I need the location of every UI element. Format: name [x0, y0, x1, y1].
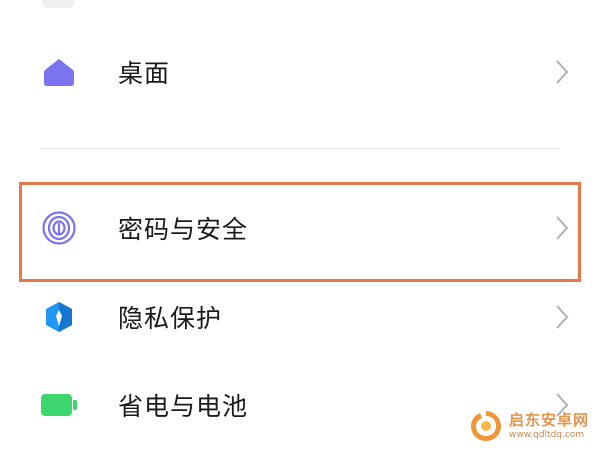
settings-item-label: 桌面 [118, 59, 171, 88]
fingerprint-icon [40, 209, 78, 247]
privacy-shield-icon [40, 298, 78, 336]
battery-icon [40, 386, 78, 424]
watermark-url: www.qdltdq.com [509, 429, 585, 440]
settings-item-label: 隐私保护 [118, 304, 223, 333]
partial-previous-item [42, 0, 74, 8]
watermark-logo-icon [471, 411, 501, 441]
settings-item-desktop[interactable]: 桌面 [0, 36, 600, 108]
watermark: 启东安卓网 www.qdltdq.com [468, 406, 596, 446]
divider [40, 148, 560, 149]
settings-item-privacy[interactable]: 隐私保护 [0, 281, 600, 353]
chevron-right-icon [556, 305, 569, 329]
settings-item-label: 密码与安全 [118, 215, 249, 244]
chevron-right-icon [556, 216, 569, 240]
settings-item-password-security[interactable]: 密码与安全 [0, 192, 600, 264]
home-icon [40, 53, 78, 91]
chevron-right-icon [556, 60, 569, 84]
watermark-text: 启东安卓网 [509, 410, 590, 429]
settings-item-label: 省电与电池 [118, 392, 249, 421]
